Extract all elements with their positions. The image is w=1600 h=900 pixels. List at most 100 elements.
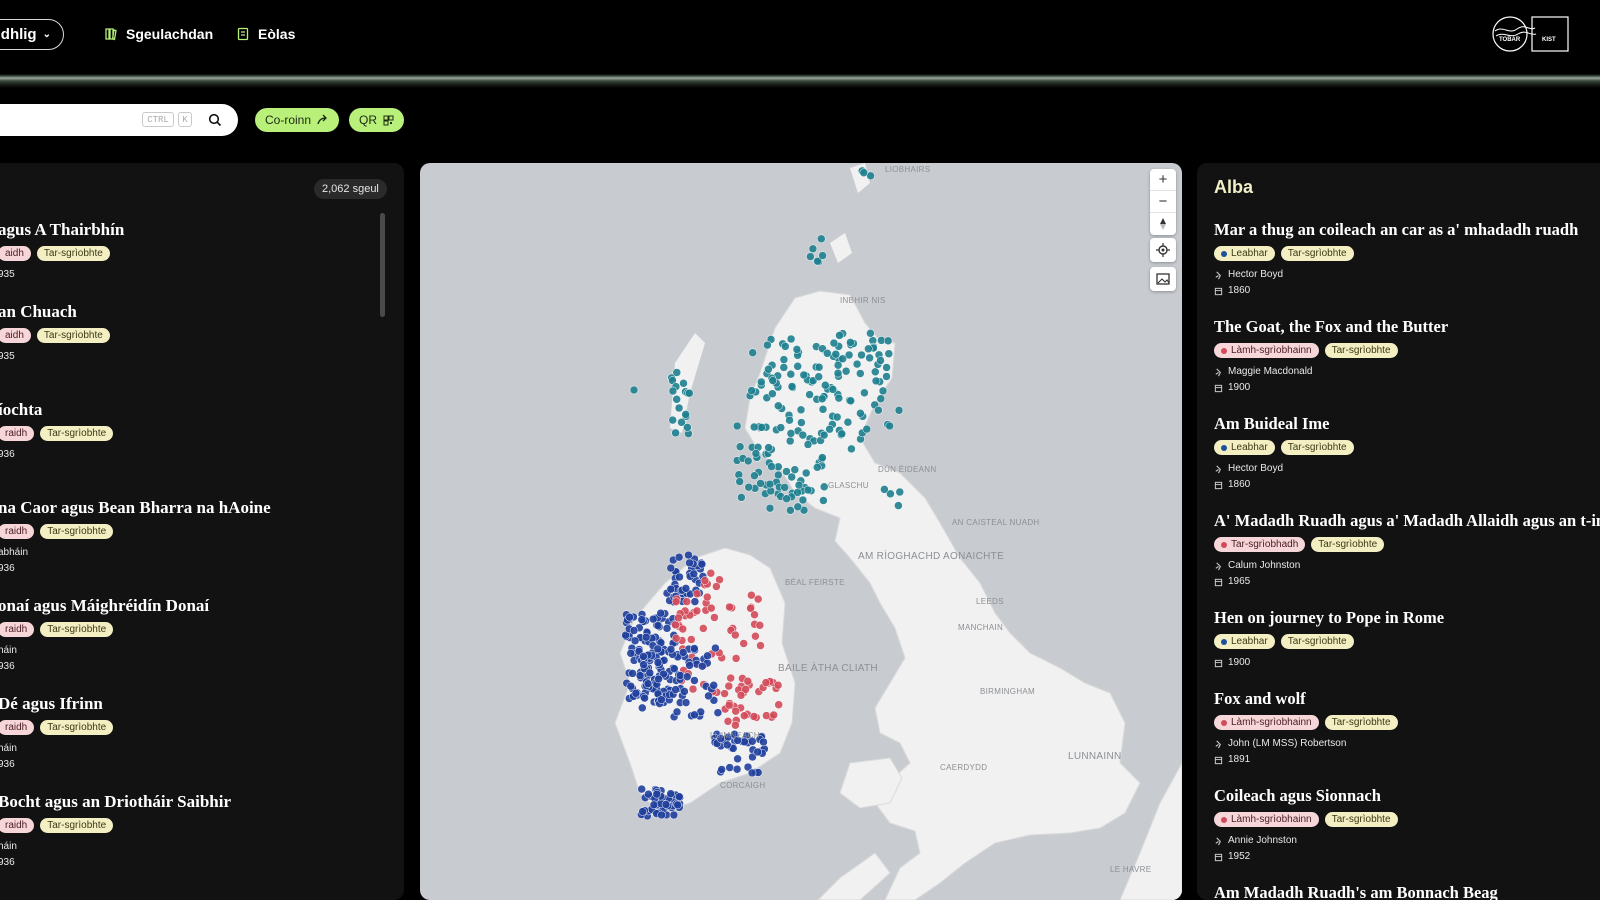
region-story-item[interactable]: Am Buideal Ime Leabhar Tar-sgrìobhte Hector…	[1214, 414, 1600, 493]
story-point-ireland-blue[interactable]	[674, 552, 684, 562]
share-button[interactable]: Co-roinn	[255, 108, 340, 132]
story-point-ireland-blue[interactable]	[666, 584, 676, 594]
story-title[interactable]: A' Madadh Ruadh agus a' Madadh Allaidh a…	[1214, 511, 1600, 531]
story-point-ireland-blue[interactable]	[673, 800, 682, 810]
story-point-ireland-blue[interactable]	[680, 687, 689, 696]
story-point-ireland-red[interactable]	[692, 589, 702, 599]
story-point-scotland[interactable]	[817, 394, 827, 404]
story-point-ireland-red[interactable]	[678, 624, 688, 634]
story-point-scotland[interactable]	[672, 395, 681, 404]
story-point-scotland[interactable]	[819, 482, 829, 492]
locate-button[interactable]	[1150, 238, 1176, 262]
story-point-scotland[interactable]	[796, 405, 806, 415]
story-point-scotland[interactable]	[841, 366, 851, 376]
story-point-scotland[interactable]	[780, 483, 789, 492]
story-point-scotland[interactable]	[803, 485, 813, 495]
story-point-scotland[interactable]	[882, 363, 891, 372]
story-point-scotland[interactable]	[821, 380, 830, 390]
story-title[interactable]: Mar a thug an coileach an car as a' mhad…	[1214, 220, 1600, 240]
story-point-ireland-red[interactable]	[743, 676, 753, 686]
story-point-ireland-red[interactable]	[761, 678, 771, 687]
compass-button[interactable]	[1150, 213, 1176, 235]
story-point-ireland-red[interactable]	[726, 673, 735, 683]
story-point-ireland-blue[interactable]	[639, 660, 648, 669]
story-list-item[interactable]: na Caor agus Bean Bharra na hAoine raidh T…	[0, 498, 400, 577]
story-point-scotland[interactable]	[756, 479, 765, 488]
story-point-ireland-blue[interactable]	[689, 569, 699, 579]
story-point-ireland-blue[interactable]	[657, 695, 666, 704]
story-point-scotland[interactable]	[834, 393, 844, 403]
story-point-ireland-blue[interactable]	[681, 584, 691, 593]
story-point-scotland[interactable]	[819, 430, 829, 440]
story-point-scotland[interactable]	[793, 488, 802, 497]
search-input[interactable]: CTRL K	[0, 104, 238, 136]
story-point-ireland-red[interactable]	[725, 602, 734, 612]
story-title[interactable]: agus A Thairbhín	[0, 220, 400, 240]
story-point-scotland[interactable]	[885, 421, 894, 431]
story-point-scotland[interactable]	[801, 468, 811, 478]
story-point-scotland[interactable]	[744, 482, 753, 492]
story-point-ireland-blue[interactable]	[690, 597, 700, 606]
story-point-ireland-blue[interactable]	[717, 765, 726, 774]
story-point-ireland-blue[interactable]	[690, 644, 699, 653]
story-point-scotland[interactable]	[764, 443, 773, 452]
story-point-ireland-red[interactable]	[687, 635, 696, 644]
story-point-ireland-red[interactable]	[747, 590, 756, 600]
story-point-scotland[interactable]	[679, 379, 688, 388]
story-point-scotland[interactable]	[629, 385, 639, 395]
story-point-scotland[interactable]	[787, 472, 796, 482]
story-title[interactable]: na Caor agus Bean Bharra na hAoine	[0, 498, 400, 518]
story-point-scotland[interactable]	[865, 353, 874, 363]
story-point-scotland[interactable]	[862, 424, 872, 434]
story-point-scotland[interactable]	[859, 168, 869, 177]
story-point-ireland-blue[interactable]	[628, 669, 637, 678]
story-point-ireland-blue[interactable]	[690, 710, 699, 720]
story-point-scotland[interactable]	[813, 463, 822, 472]
region-story-item[interactable]: The Goat, the Fox and the Butter Làmh-sgr…	[1214, 317, 1600, 396]
story-point-scotland[interactable]	[671, 428, 680, 438]
story-point-ireland-blue[interactable]	[733, 754, 742, 764]
story-point-ireland-blue[interactable]	[625, 612, 634, 622]
story-point-ireland-red[interactable]	[751, 631, 760, 641]
story-point-ireland-blue[interactable]	[709, 681, 718, 690]
story-point-ireland-blue[interactable]	[672, 707, 682, 717]
story-point-scotland[interactable]	[747, 386, 756, 395]
story-point-scotland[interactable]	[817, 234, 826, 244]
story-point-ireland-blue[interactable]	[685, 661, 694, 670]
story-point-ireland-blue[interactable]	[669, 810, 679, 820]
story-point-ireland-blue[interactable]	[674, 792, 684, 801]
story-point-ireland-blue[interactable]	[626, 649, 636, 658]
story-point-ireland-red[interactable]	[774, 700, 783, 709]
story-point-scotland[interactable]	[765, 503, 775, 513]
story-point-ireland-blue[interactable]	[637, 784, 646, 794]
story-point-ireland-blue[interactable]	[725, 763, 734, 772]
story-point-ireland-blue[interactable]	[682, 672, 692, 681]
story-point-scotland[interactable]	[878, 386, 888, 396]
story-point-ireland-red[interactable]	[731, 630, 740, 640]
story-point-scotland[interactable]	[856, 409, 865, 418]
story-point-ireland-blue[interactable]	[637, 615, 647, 624]
story-point-ireland-blue[interactable]	[681, 698, 691, 707]
story-point-ireland-red[interactable]	[700, 576, 710, 585]
story-point-scotland[interactable]	[876, 356, 885, 365]
story-point-ireland-red[interactable]	[773, 680, 783, 690]
story-point-scotland[interactable]	[871, 367, 880, 377]
story-point-scotland[interactable]	[757, 377, 766, 387]
story-point-ireland-red[interactable]	[724, 700, 734, 710]
story-point-scotland[interactable]	[857, 350, 866, 360]
story-point-scotland[interactable]	[814, 372, 823, 381]
story-point-ireland-blue[interactable]	[653, 644, 663, 654]
story-point-scotland[interactable]	[768, 389, 777, 398]
story-point-scotland[interactable]	[779, 355, 789, 364]
story-title[interactable]: Hen on journey to Pope in Rome	[1214, 608, 1600, 628]
story-point-scotland[interactable]	[786, 506, 795, 515]
story-point-scotland[interactable]	[866, 329, 875, 338]
story-point-ireland-blue[interactable]	[675, 572, 684, 582]
nav-link-knowledge[interactable]: Eòlas	[236, 26, 295, 42]
story-point-scotland[interactable]	[852, 359, 862, 369]
story-point-scotland[interactable]	[781, 342, 790, 351]
story-point-scotland[interactable]	[880, 485, 889, 494]
story-point-ireland-red[interactable]	[750, 610, 759, 619]
story-point-ireland-blue[interactable]	[684, 550, 693, 560]
story-point-scotland[interactable]	[808, 244, 818, 254]
